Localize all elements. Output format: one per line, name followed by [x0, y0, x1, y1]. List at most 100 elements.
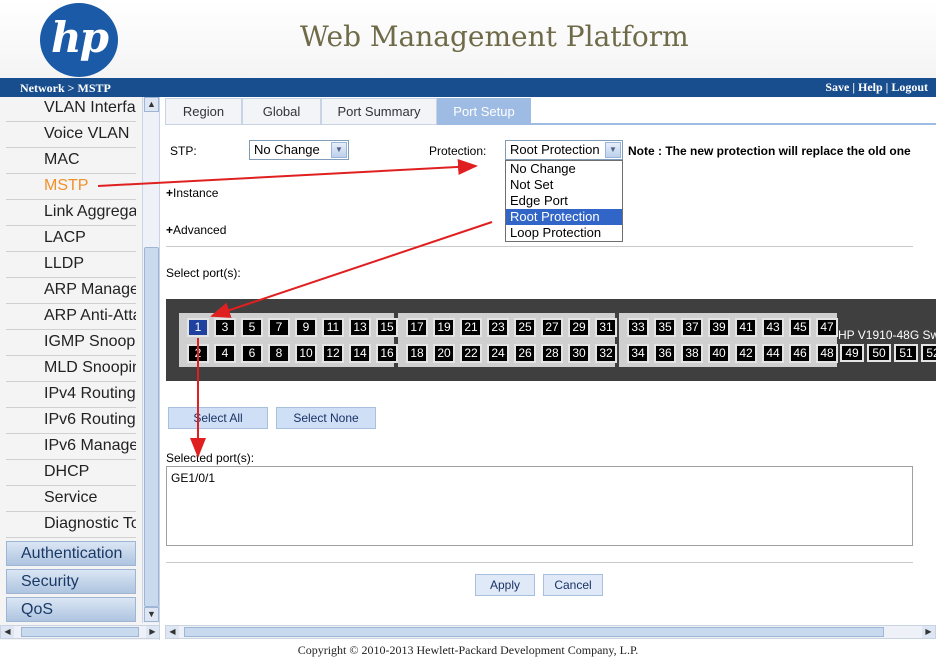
sidebar-group-authentication[interactable]: Authentication [6, 541, 136, 566]
sidebar-item-igmp-snooping[interactable]: IGMP Snooping [6, 330, 136, 356]
port-51[interactable]: 51 [894, 344, 918, 362]
sidebar-item-vlan-interface[interactable]: VLAN Interface [6, 97, 136, 122]
sidebar-item-ipv6-management[interactable]: IPv6 Management [6, 434, 136, 460]
port-38[interactable]: 38 [681, 344, 703, 363]
port-1[interactable]: 1 [187, 318, 209, 337]
option-no-change[interactable]: No Change [506, 161, 622, 177]
scroll-thumb[interactable] [21, 627, 139, 637]
sidebar-item-lldp[interactable]: LLDP [6, 252, 136, 278]
sidebar-item-lacp[interactable]: LACP [6, 226, 136, 252]
scroll-left-icon[interactable]: ◀ [1, 626, 14, 638]
port-37[interactable]: 37 [681, 318, 703, 337]
port-16[interactable]: 16 [376, 344, 398, 363]
scroll-left-icon[interactable]: ◀ [166, 626, 179, 638]
port-31[interactable]: 31 [595, 318, 617, 337]
sidebar-group-security[interactable]: Security [6, 569, 136, 594]
tab-region[interactable]: Region [165, 98, 242, 125]
port-41[interactable]: 41 [735, 318, 757, 337]
sidebar-hscrollbar[interactable]: ◀ ▶ [0, 625, 160, 639]
port-33[interactable]: 33 [627, 318, 649, 337]
port-2[interactable]: 2 [187, 344, 209, 363]
port-20[interactable]: 20 [433, 344, 455, 363]
sidebar-item-mstp[interactable]: MSTP [6, 174, 136, 200]
port-50[interactable]: 50 [867, 344, 891, 362]
port-36[interactable]: 36 [654, 344, 676, 363]
port-21[interactable]: 21 [460, 318, 482, 337]
advanced-toggle[interactable]: +Advanced [166, 223, 226, 237]
port-19[interactable]: 19 [433, 318, 455, 337]
sidebar-item-ipv6-routing[interactable]: IPv6 Routing [6, 408, 136, 434]
stp-select[interactable]: No Change ▼ [249, 140, 349, 160]
port-28[interactable]: 28 [541, 344, 563, 363]
logout-link[interactable]: Logout [891, 80, 928, 94]
help-link[interactable]: Help [858, 80, 883, 94]
content-hscrollbar[interactable]: ◀ ▶ [165, 625, 936, 639]
scroll-up-icon[interactable]: ▲ [144, 97, 159, 112]
sidebar-item-ipv4-routing[interactable]: IPv4 Routing [6, 382, 136, 408]
port-43[interactable]: 43 [762, 318, 784, 337]
sidebar-item-arp-management[interactable]: ARP Management [6, 278, 136, 304]
port-47[interactable]: 47 [816, 318, 838, 337]
port-3[interactable]: 3 [214, 318, 236, 337]
port-48[interactable]: 48 [816, 344, 838, 363]
option-not-set[interactable]: Not Set [506, 177, 622, 193]
port-12[interactable]: 12 [322, 344, 344, 363]
scroll-thumb[interactable] [184, 627, 884, 637]
option-root-protection[interactable]: Root Protection [506, 209, 622, 225]
sidebar-item-diagnostic-tools[interactable]: Diagnostic Tools [6, 512, 136, 538]
port-39[interactable]: 39 [708, 318, 730, 337]
port-44[interactable]: 44 [762, 344, 784, 363]
port-32[interactable]: 32 [595, 344, 617, 363]
selected-ports-textarea[interactable]: GE1/0/1 [166, 466, 913, 546]
port-34[interactable]: 34 [627, 344, 649, 363]
scroll-thumb[interactable] [144, 247, 159, 607]
port-18[interactable]: 18 [406, 344, 428, 363]
protection-select[interactable]: Root Protection ▼ [505, 140, 623, 160]
sidebar-group-qos[interactable]: QoS [6, 597, 136, 622]
tab-port-summary[interactable]: Port Summary [321, 98, 437, 125]
port-6[interactable]: 6 [241, 344, 263, 363]
tab-global[interactable]: Global [242, 98, 321, 125]
port-24[interactable]: 24 [487, 344, 509, 363]
port-23[interactable]: 23 [487, 318, 509, 337]
select-all-button[interactable]: Select All [168, 407, 268, 429]
port-26[interactable]: 26 [514, 344, 536, 363]
scroll-down-icon[interactable]: ▼ [144, 607, 159, 622]
sidebar-item-dhcp[interactable]: DHCP [6, 460, 136, 486]
port-25[interactable]: 25 [514, 318, 536, 337]
sidebar-item-mac[interactable]: MAC [6, 148, 136, 174]
scroll-right-icon[interactable]: ▶ [146, 626, 159, 638]
port-11[interactable]: 11 [322, 318, 344, 337]
scroll-right-icon[interactable]: ▶ [922, 626, 935, 638]
port-10[interactable]: 10 [295, 344, 317, 363]
protection-dropdown[interactable]: No Change Not Set Edge Port Root Protect… [505, 160, 623, 242]
port-45[interactable]: 45 [789, 318, 811, 337]
port-27[interactable]: 27 [541, 318, 563, 337]
port-40[interactable]: 40 [708, 344, 730, 363]
instance-toggle[interactable]: +Instance [166, 186, 218, 200]
port-9[interactable]: 9 [295, 318, 317, 337]
sidebar-item-voice-vlan[interactable]: Voice VLAN [6, 122, 136, 148]
port-46[interactable]: 46 [789, 344, 811, 363]
sidebar-item-service[interactable]: Service [6, 486, 136, 512]
sidebar-item-arp-anti-attack[interactable]: ARP Anti-Attack [6, 304, 136, 330]
port-13[interactable]: 13 [349, 318, 371, 337]
port-52[interactable]: 52 [921, 344, 936, 362]
port-29[interactable]: 29 [568, 318, 590, 337]
port-42[interactable]: 42 [735, 344, 757, 363]
port-35[interactable]: 35 [654, 318, 676, 337]
sidebar-scrollbar[interactable]: ▲ ▼ [142, 97, 159, 623]
option-edge-port[interactable]: Edge Port [506, 193, 622, 209]
port-17[interactable]: 17 [406, 318, 428, 337]
tab-port-setup[interactable]: Port Setup [437, 98, 531, 125]
select-none-button[interactable]: Select None [276, 407, 376, 429]
port-30[interactable]: 30 [568, 344, 590, 363]
sidebar-item-link-aggregation[interactable]: Link Aggregation [6, 200, 136, 226]
save-link[interactable]: Save [825, 80, 849, 94]
port-14[interactable]: 14 [349, 344, 371, 363]
port-8[interactable]: 8 [268, 344, 290, 363]
port-22[interactable]: 22 [460, 344, 482, 363]
port-49[interactable]: 49 [840, 344, 864, 362]
port-4[interactable]: 4 [214, 344, 236, 363]
option-loop-protection[interactable]: Loop Protection [506, 225, 622, 241]
